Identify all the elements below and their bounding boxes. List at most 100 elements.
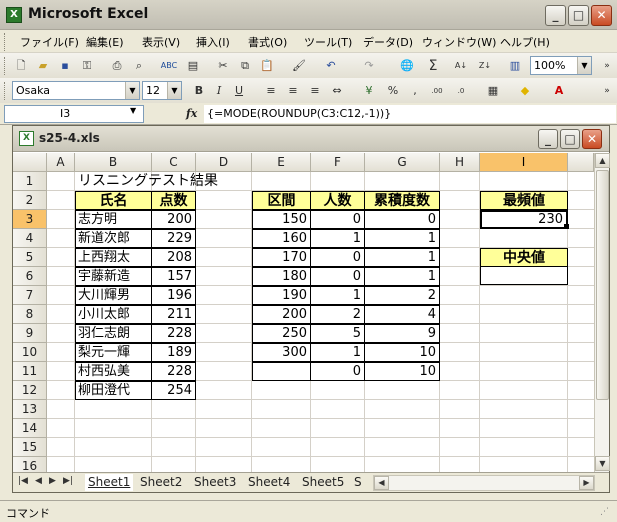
header-name-cell[interactable]: 氏名 (75, 191, 152, 210)
header-range-cell[interactable]: 区間 (252, 191, 311, 210)
resize-grip-icon[interactable]: ⋰ (600, 507, 609, 517)
toolbar-grip[interactable] (4, 57, 7, 75)
freq-range-cell[interactable]: 180 (252, 267, 311, 286)
student-score-cell[interactable]: 228 (151, 324, 196, 343)
freq-count-cell[interactable]: 5 (310, 324, 365, 343)
freq-range-cell[interactable]: 190 (252, 286, 311, 305)
menu-tools[interactable]: ツール(T) (304, 34, 352, 50)
research-icon[interactable]: ▤ (184, 57, 202, 75)
minimize-button[interactable]: _ (545, 5, 566, 26)
scroll-right-icon[interactable]: ▶ (579, 476, 594, 490)
menu-format[interactable]: 書式(O) (248, 34, 287, 50)
underline-icon[interactable]: U (230, 82, 248, 100)
freq-cum-cell[interactable]: 9 (364, 324, 440, 343)
hyperlink-icon[interactable]: 🌐 (398, 57, 416, 75)
student-score-cell[interactable]: 254 (151, 381, 196, 400)
freq-cum-cell[interactable]: 10 (364, 343, 440, 362)
row-header-11[interactable]: 11 (13, 362, 47, 381)
row-header-3[interactable]: 3 (13, 210, 47, 229)
freq-range-cell[interactable]: 200 (252, 305, 311, 324)
menu-grip[interactable] (4, 33, 7, 51)
median-value-cell[interactable] (480, 266, 568, 285)
toolbar-options-icon[interactable]: » (598, 57, 616, 75)
scroll-down-icon[interactable]: ▼ (595, 456, 610, 471)
row-header-13[interactable]: 13 (13, 400, 47, 419)
student-score-cell[interactable]: 208 (151, 248, 196, 267)
scroll-up-icon[interactable]: ▲ (595, 153, 610, 168)
row-header-6[interactable]: 6 (13, 267, 47, 286)
row-header-12[interactable]: 12 (13, 381, 47, 400)
format-painter-icon[interactable]: 🖌 (290, 57, 308, 75)
freq-cum-cell[interactable]: 1 (364, 229, 440, 248)
currency-icon[interactable]: ¥ (360, 82, 378, 100)
first-sheet-icon[interactable]: |◀ (18, 476, 28, 486)
sort-ascending-icon[interactable]: A↓ (452, 57, 470, 75)
font-select[interactable]: Osaka ▼ (12, 81, 140, 100)
row-header-8[interactable]: 8 (13, 305, 47, 324)
student-name-cell[interactable]: 志方明 (75, 210, 152, 229)
scroll-left-icon[interactable]: ◀ (374, 476, 389, 490)
freq-range-cell[interactable]: 300 (252, 343, 311, 362)
close-button[interactable]: ✕ (582, 129, 602, 149)
freq-cum-cell[interactable]: 2 (364, 286, 440, 305)
scroll-thumb[interactable] (596, 170, 609, 400)
insert-function-icon[interactable]: fx (186, 107, 197, 120)
row-header-16[interactable]: 16 (13, 457, 47, 472)
student-score-cell[interactable]: 229 (151, 229, 196, 248)
freq-count-cell[interactable]: 0 (310, 267, 365, 286)
italic-icon[interactable]: I (210, 82, 228, 100)
name-box[interactable]: I3 (4, 105, 144, 123)
row-header-1[interactable]: 1 (13, 172, 47, 191)
freq-count-cell[interactable]: 1 (310, 343, 365, 362)
spelling-icon[interactable]: ABC (160, 57, 178, 75)
freq-count-cell[interactable]: 0 (310, 210, 365, 229)
row-header-7[interactable]: 7 (13, 286, 47, 305)
mode-value-cell[interactable]: 230 (480, 210, 568, 229)
column-header-h[interactable]: H (440, 153, 480, 172)
student-name-cell[interactable]: 村西弘美 (75, 362, 152, 381)
menu-window[interactable]: ウィンドウ(W) (422, 34, 496, 50)
freq-cum-cell[interactable]: 10 (364, 362, 440, 381)
paste-icon[interactable]: 📋 (258, 57, 276, 75)
spreadsheet-grid[interactable]: A B C D E F G H I 1 2 3 4 5 6 7 8 9 10 1… (13, 153, 594, 472)
merge-center-icon[interactable]: ⇔ (328, 82, 346, 100)
font-color-icon[interactable]: A (550, 82, 568, 100)
student-score-cell[interactable]: 228 (151, 362, 196, 381)
font-size-select[interactable]: 12 ▼ (142, 81, 182, 100)
sort-descending-icon[interactable]: Z↓ (476, 57, 494, 75)
header-median-cell[interactable]: 中央値 (480, 248, 568, 267)
new-icon[interactable]: 🗋 (12, 57, 30, 75)
student-score-cell[interactable]: 200 (151, 210, 196, 229)
comma-icon[interactable]: , (406, 82, 424, 100)
student-score-cell[interactable]: 196 (151, 286, 196, 305)
menu-edit[interactable]: 編集(E) (86, 34, 124, 50)
tab-sheet2[interactable]: Sheet2 (137, 474, 185, 491)
menu-help[interactable]: ヘルプ(H) (500, 34, 550, 50)
header-mode-cell[interactable]: 最頻値 (480, 191, 568, 210)
row-header-4[interactable]: 4 (13, 229, 47, 248)
redo-icon[interactable]: ↷ (360, 57, 378, 75)
next-sheet-icon[interactable]: ▶ (49, 476, 56, 486)
fill-handle[interactable] (564, 224, 569, 229)
print-preview-icon[interactable]: ⌕ (130, 57, 148, 75)
undo-icon[interactable]: ↶ (322, 57, 340, 75)
align-center-icon[interactable]: ≡ (284, 82, 302, 100)
column-header-a[interactable]: A (47, 153, 75, 172)
formula-input[interactable]: {=MODE(ROUNDUP(C3:C12,-1))} (204, 105, 616, 123)
zoom-select[interactable]: 100% ▼ (530, 56, 592, 75)
tab-sheet6[interactable]: S (351, 474, 365, 491)
row-header-2[interactable]: 2 (13, 191, 47, 210)
menu-insert[interactable]: 挿入(I) (196, 34, 230, 50)
row-header-5[interactable]: 5 (13, 248, 47, 267)
tab-sheet5[interactable]: Sheet5 (299, 474, 347, 491)
open-icon[interactable]: ▰ (34, 57, 52, 75)
freq-count-cell[interactable]: 1 (310, 229, 365, 248)
vertical-scrollbar[interactable]: ▲ ▼ (594, 153, 610, 472)
copy-icon[interactable]: ⧉ (236, 57, 254, 75)
last-sheet-icon[interactable]: ▶| (63, 476, 73, 486)
select-all-corner[interactable] (13, 153, 47, 172)
increase-decimal-icon[interactable]: .00 (428, 82, 446, 100)
column-header-b[interactable]: B (75, 153, 152, 172)
freq-range-cell[interactable]: 160 (252, 229, 311, 248)
fill-color-icon[interactable]: ◆ (516, 82, 534, 100)
